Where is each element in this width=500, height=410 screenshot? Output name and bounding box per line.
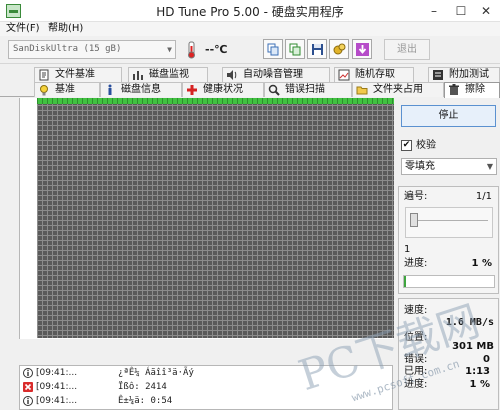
tab-disk-info[interactable]: 磁盘信息 bbox=[100, 82, 182, 97]
save-icon bbox=[312, 44, 323, 55]
verify-checkbox[interactable]: ✔ bbox=[401, 140, 412, 151]
verify-option[interactable]: ✔ 校验 bbox=[401, 139, 497, 153]
close-button[interactable]: ✕ bbox=[472, 0, 500, 22]
tab-file-benchmark[interactable]: 文件基准 bbox=[34, 67, 122, 82]
tab-label: 文件夹占用 bbox=[373, 84, 423, 95]
tab-health[interactable]: 健康状况 bbox=[182, 82, 264, 97]
exit-button[interactable]: 退出 bbox=[384, 39, 430, 60]
progress-fill bbox=[404, 276, 406, 287]
tab-random-access[interactable]: 随机存取 bbox=[334, 67, 414, 82]
info-icon bbox=[23, 368, 33, 378]
pass-progress-bar bbox=[403, 275, 495, 288]
health-icon bbox=[187, 85, 197, 95]
info-icon bbox=[23, 396, 33, 406]
log-row: [09:41:... Ê±¼ä: 0:54 bbox=[20, 394, 392, 408]
tab-label: 擦除 bbox=[465, 84, 485, 95]
fill-mode-value: 零填充 bbox=[405, 161, 435, 172]
tab-label: 随机存取 bbox=[355, 69, 395, 80]
drive-select-value: SanDiskUltra (15 gB) bbox=[13, 44, 122, 54]
tab-label: 磁盘信息 bbox=[121, 84, 161, 95]
download-icon bbox=[356, 43, 369, 56]
tab-label: 文件基准 bbox=[55, 69, 95, 80]
toolbar: SanDiskUltra (15 gB) ▼ --℃ 退出 bbox=[0, 36, 500, 64]
tab-error-scan[interactable]: 错误扫描 bbox=[264, 82, 352, 97]
tab-disk-monitor[interactable]: 磁盘监视 bbox=[128, 67, 208, 82]
random-access-icon bbox=[338, 69, 350, 81]
stop-button[interactable]: 停止 bbox=[401, 105, 496, 127]
tab-extra-tests[interactable]: 附加测试 bbox=[428, 67, 500, 82]
log-message: ¿ªÊ¼ Áãîî³ä·Ãý bbox=[118, 368, 194, 378]
errors-value: 0 bbox=[483, 354, 490, 365]
options-icon bbox=[333, 43, 346, 55]
verify-label: 校验 bbox=[416, 140, 436, 151]
tab-noise-management[interactable]: 自动噪音管理 bbox=[222, 67, 330, 82]
progress2-value: 1 % bbox=[469, 379, 490, 390]
block-map-panel bbox=[19, 98, 394, 339]
log-time: [09:41:... bbox=[36, 382, 78, 392]
error-icon bbox=[23, 382, 33, 392]
copy-icon bbox=[267, 43, 279, 56]
tab-label: 健康状况 bbox=[203, 84, 243, 95]
folder-usage-icon bbox=[356, 86, 368, 95]
copy-info-button[interactable] bbox=[285, 39, 305, 59]
tab-label: 附加测试 bbox=[449, 69, 489, 80]
save-button[interactable] bbox=[307, 39, 327, 59]
info-icon bbox=[108, 84, 112, 95]
chevron-down-icon: ▼ bbox=[167, 45, 172, 54]
tab-label: 磁盘监视 bbox=[149, 69, 189, 80]
menu-file[interactable]: 文件(F) bbox=[6, 22, 40, 36]
fill-mode-select[interactable]: 零填充 ▼ bbox=[401, 158, 497, 175]
maximize-button[interactable]: ☐ bbox=[447, 0, 475, 22]
copy-button[interactable] bbox=[263, 39, 283, 59]
slider-thumb[interactable] bbox=[410, 213, 418, 227]
options-button[interactable] bbox=[329, 39, 349, 59]
file-benchmark-icon bbox=[39, 69, 49, 81]
log-message: Ê±¼ä: 0:54 bbox=[118, 396, 173, 406]
title-bar: HD Tune Pro 5.00 - 硬盘实用程序 – ☐ ✕ bbox=[0, 0, 500, 22]
tab-erase[interactable]: 擦除 bbox=[444, 82, 500, 98]
erase-icon bbox=[449, 84, 459, 95]
menu-help[interactable]: 帮助(H) bbox=[48, 22, 83, 36]
pass-percent: 1 % bbox=[471, 258, 492, 269]
tab-row-top: 文件基准 磁盘监视 自动噪音管理 随机存取 附加测试 bbox=[0, 67, 500, 82]
log-time: [09:41:... bbox=[36, 368, 78, 378]
block-map-progress bbox=[37, 98, 394, 104]
block-map-grid bbox=[37, 100, 394, 338]
log-message: Ïßô: 2414 bbox=[118, 382, 167, 392]
minimize-button[interactable]: – bbox=[420, 0, 448, 22]
temperature-readout: --℃ bbox=[205, 43, 228, 56]
drive-select[interactable]: SanDiskUltra (15 gB) ▼ bbox=[8, 40, 176, 59]
copy-info-icon bbox=[289, 43, 301, 56]
tab-benchmark[interactable]: 基准 bbox=[34, 82, 100, 97]
pass-group: 遍号: 1/1 1 进度: 1 % bbox=[398, 186, 499, 294]
tab-label: 自动噪音管理 bbox=[243, 69, 303, 80]
error-scan-icon bbox=[268, 84, 280, 96]
pass-slider[interactable] bbox=[405, 207, 493, 238]
extra-tests-icon bbox=[433, 70, 443, 80]
noise-icon bbox=[227, 70, 237, 80]
elapsed-value: 1:13 bbox=[465, 366, 490, 377]
tab-row-bottom: 基准 磁盘信息 健康状况 错误扫描 文件夹占用 擦除 bbox=[0, 82, 500, 98]
pass-current: 1 bbox=[404, 244, 411, 255]
menu-bar: 文件(F) 帮助(H) bbox=[0, 22, 500, 36]
download-button[interactable] bbox=[352, 39, 372, 59]
chevron-down-icon: ▼ bbox=[486, 162, 493, 171]
tab-folder-usage[interactable]: 文件夹占用 bbox=[352, 82, 444, 97]
benchmark-icon bbox=[40, 85, 48, 96]
tab-label: 基准 bbox=[55, 84, 75, 95]
progress-label: 进度: bbox=[404, 258, 428, 269]
disk-monitor-icon bbox=[133, 71, 143, 80]
tab-label: 错误扫描 bbox=[285, 84, 325, 95]
thermometer-icon bbox=[188, 41, 195, 59]
log-time: [09:41:... bbox=[36, 396, 78, 406]
pass-label: 遍号: bbox=[404, 191, 428, 202]
pass-value: 1/1 bbox=[475, 191, 492, 202]
slider-line bbox=[410, 220, 488, 221]
